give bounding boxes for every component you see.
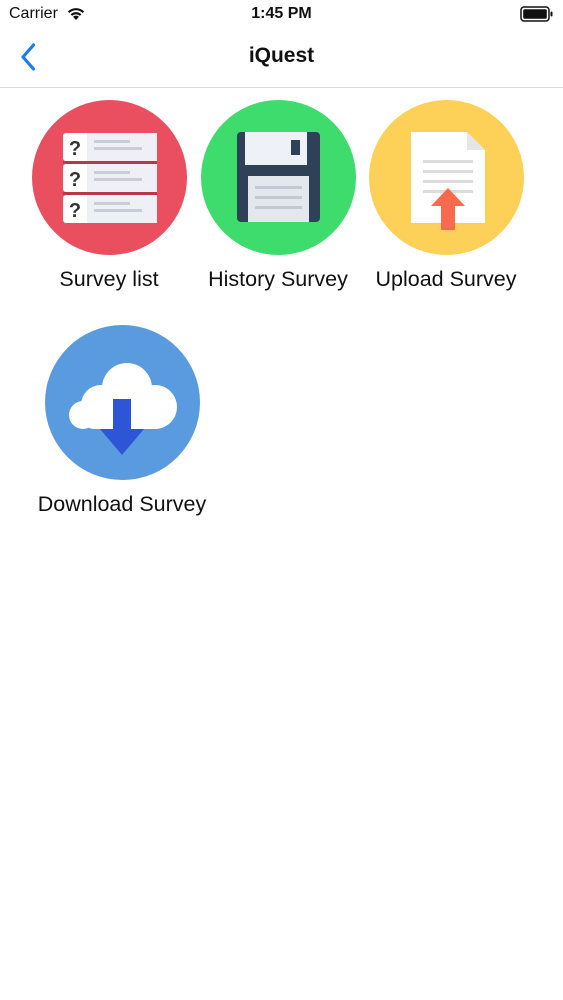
upload-survey-label: Upload Survey: [375, 267, 517, 291]
upload-survey-button[interactable]: Upload Survey: [362, 100, 530, 292]
cloud-download-icon: [44, 325, 200, 480]
survey-list-label: Survey list: [59, 267, 159, 291]
survey-list-button[interactable]: ? ? ? Survey list: [25, 100, 193, 292]
download-survey-label: Download Survey: [37, 492, 207, 516]
question-list-icon: ? ? ?: [31, 100, 187, 255]
history-survey-button[interactable]: History Survey: [194, 100, 362, 292]
battery-icon: [520, 6, 554, 27]
download-survey-button[interactable]: Download Survey: [38, 325, 206, 517]
navigation-bar: iQuest: [0, 30, 563, 88]
svg-text:?: ?: [68, 138, 80, 160]
page-title: iQuest: [248, 44, 315, 67]
document-upload-icon: [368, 100, 524, 255]
status-time: 1:45 PM: [251, 5, 312, 22]
status-bar: Carrier 1:45 PM: [0, 0, 563, 30]
floppy-disk-icon: [200, 100, 356, 255]
history-survey-label: History Survey: [208, 267, 348, 291]
svg-text:?: ?: [68, 169, 80, 191]
svg-text:?: ?: [68, 200, 80, 222]
